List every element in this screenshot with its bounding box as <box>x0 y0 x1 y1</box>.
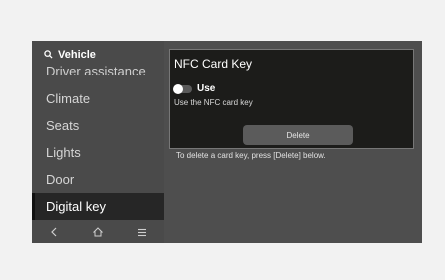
home-icon <box>93 227 103 237</box>
infotainment-screen: Vehicle Driver assistance Climate Seats … <box>32 41 422 243</box>
search-label: Vehicle <box>58 48 96 61</box>
search-icon <box>44 50 53 59</box>
panel-title: NFC Card Key <box>174 57 253 71</box>
sidebar-item-digital-key[interactable]: Digital key <box>32 193 164 220</box>
use-toggle-label: Use <box>197 83 216 94</box>
use-toggle-row[interactable]: Use <box>173 83 216 94</box>
search-button[interactable]: Vehicle <box>32 41 164 68</box>
back-icon <box>51 227 57 237</box>
bottom-nav <box>32 221 164 243</box>
nfc-card-key-panel: NFC Card Key Use Use the NFC card key De… <box>169 49 414 149</box>
delete-instruction: To delete a card key, press [Delete] bel… <box>176 151 326 160</box>
menu-icon <box>138 228 146 236</box>
delete-button[interactable]: Delete <box>243 125 353 145</box>
back-button[interactable] <box>44 222 64 242</box>
sidebar-menu: Climate Seats Lights Door Digital key <box>32 85 164 220</box>
sidebar-item-seats[interactable]: Seats <box>32 112 164 139</box>
sidebar: Vehicle Driver assistance Climate Seats … <box>32 41 164 243</box>
sidebar-item-lights[interactable]: Lights <box>32 139 164 166</box>
toggle-knob <box>173 83 183 94</box>
home-button[interactable] <box>88 222 108 242</box>
toggle-description: Use the NFC card key <box>174 98 253 107</box>
use-toggle[interactable] <box>173 83 192 94</box>
sidebar-item-door[interactable]: Door <box>32 166 164 193</box>
sidebar-item-climate[interactable]: Climate <box>32 85 164 112</box>
menu-button[interactable] <box>132 222 152 242</box>
